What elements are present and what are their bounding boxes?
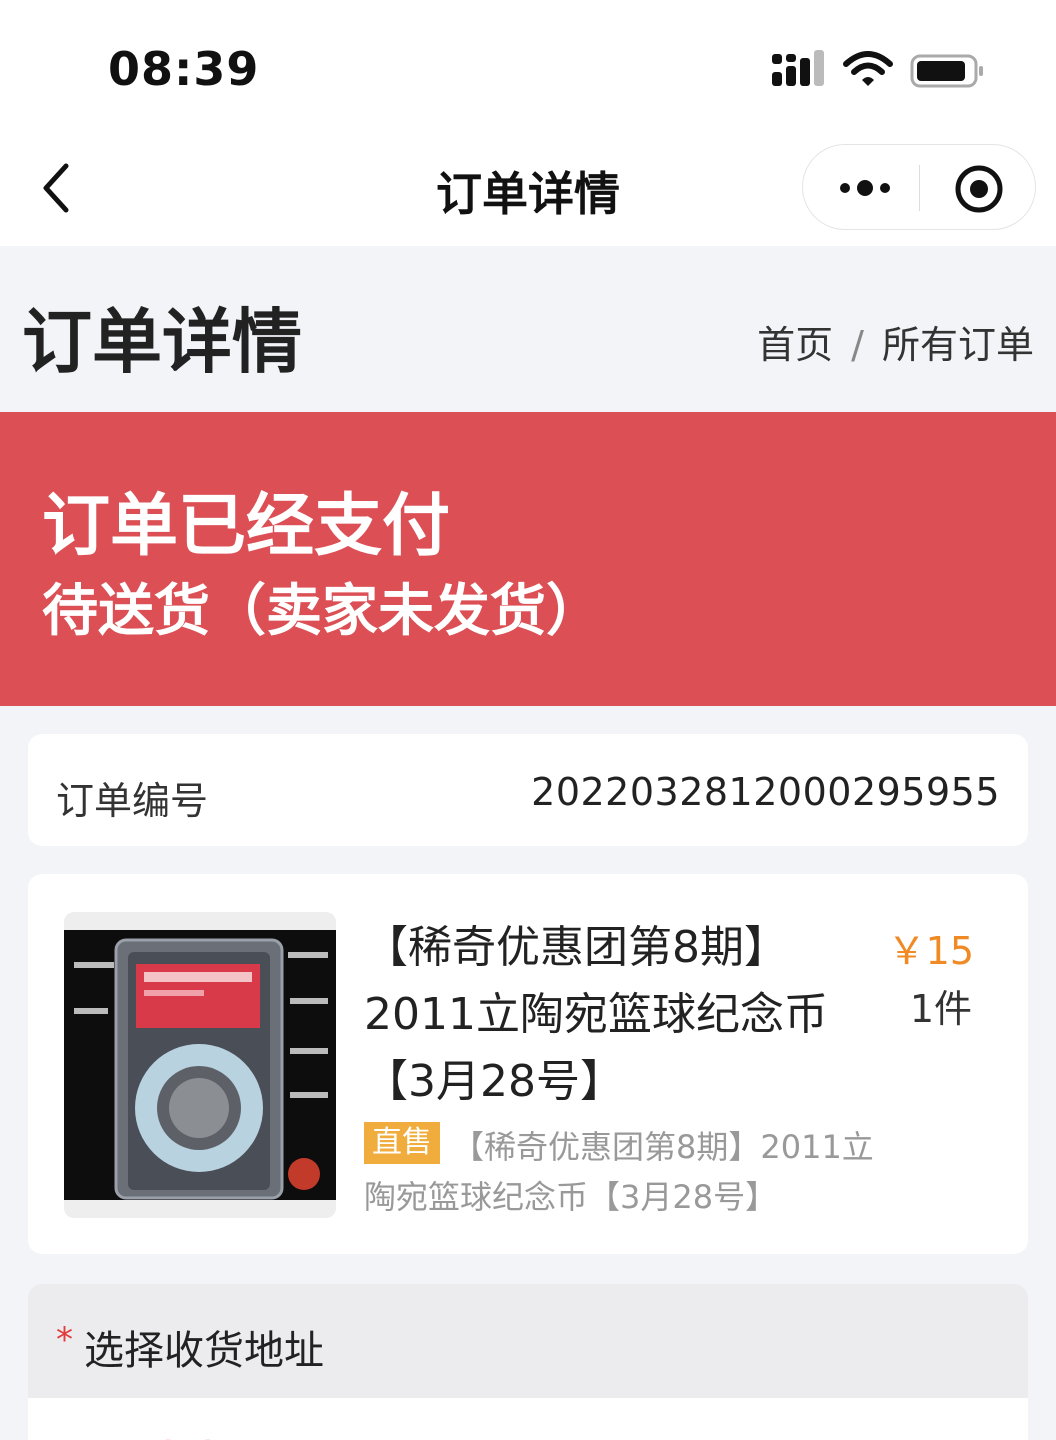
page-header: 订单详情 首页 / 所有订单 xyxy=(0,246,1056,412)
product-card[interactable]: 【稀奇优惠团第8期】2011立陶宛篮球纪念币【3月28号】 ￥15 1件 【稀奇… xyxy=(28,874,1028,1254)
status-bar: 08:39 xyxy=(0,0,1056,130)
order-number-value: 2022032812000295955 xyxy=(531,770,1000,814)
capsule-divider xyxy=(919,165,920,211)
product-thumbnail[interactable] xyxy=(64,912,336,1218)
close-target-icon[interactable] xyxy=(953,163,1005,215)
status-time: 08:39 xyxy=(108,42,260,96)
address-text: 上海 上海市 松江区 九里亭街道九城湖滨 xyxy=(234,1428,988,1440)
product-price: ￥15 xyxy=(887,929,974,973)
more-dots-icon[interactable] xyxy=(837,173,893,203)
breadcrumb-separator: / xyxy=(851,323,864,367)
required-mark: * xyxy=(56,1320,73,1360)
order-status-banner: 订单已经支付 待送货（卖家未发货） xyxy=(0,412,1056,706)
breadcrumb-all-orders[interactable]: 所有订单 xyxy=(882,323,1034,367)
product-quantity: 1件 xyxy=(909,987,972,1031)
product-description: 【稀奇优惠团第8期】2011立陶宛篮球纪念币【3月28号】 xyxy=(364,1128,874,1216)
order-substatus: 待送货（卖家未发货） xyxy=(42,579,602,644)
direct-sale-badge: 直售 xyxy=(364,1122,440,1164)
navigation-bar: 订单详情 xyxy=(0,130,1056,246)
breadcrumb-home[interactable]: 首页 xyxy=(757,323,833,367)
mini-program-capsule xyxy=(802,144,1036,230)
breadcrumb: 首页 / 所有订单 xyxy=(757,314,1034,369)
address-item[interactable]: 默认 上海 上海市 松江区 九里亭街道九城湖滨 xyxy=(28,1398,1028,1440)
product-title[interactable]: 【稀奇优惠团第8期】2011立陶宛篮球纪念币【3月28号】 xyxy=(364,914,894,1115)
battery-icon xyxy=(910,54,983,88)
order-number-card: 订单编号 2022032812000295955 xyxy=(28,734,1028,846)
wifi-icon xyxy=(843,51,893,86)
coin-slab-image-icon xyxy=(64,930,336,1200)
default-address-tag: 默认 xyxy=(138,1428,222,1440)
select-address-label[interactable]: 选择收货地址 xyxy=(84,1318,324,1376)
order-status: 订单已经支付 xyxy=(42,487,451,566)
page-title: 订单详情 xyxy=(22,301,302,383)
order-number-label: 订单编号 xyxy=(56,779,209,823)
cellular-signal-icon xyxy=(772,50,824,86)
address-section-header[interactable]: * 选择收货地址 xyxy=(28,1284,1028,1398)
